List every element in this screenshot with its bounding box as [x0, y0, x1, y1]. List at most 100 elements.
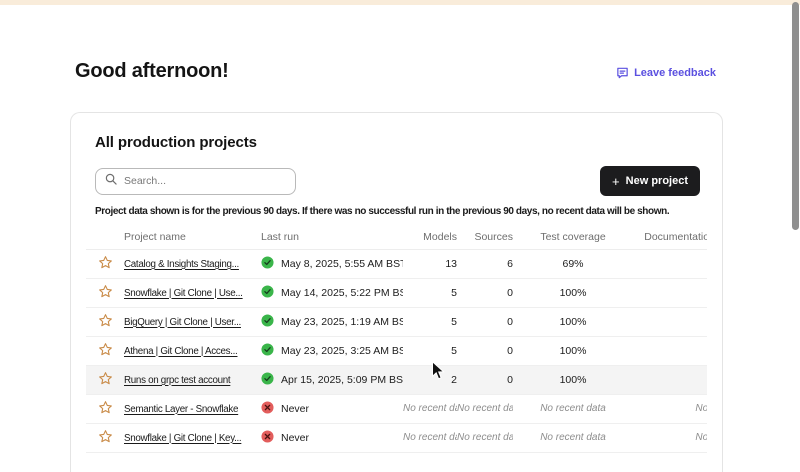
documentation-coverage-cell: No recent data [609, 423, 707, 452]
run-never-icon [261, 430, 274, 446]
favorite-star-icon[interactable] [86, 249, 124, 278]
table-row[interactable]: Catalog & Insights Staging... May [86, 249, 707, 278]
last-run-value: May 23, 2025, 3:25 AM BST [281, 345, 403, 357]
test-coverage-cell: No recent data [513, 423, 609, 452]
test-coverage-cell: 100% [513, 278, 609, 307]
sources-cell: 6 [457, 249, 513, 278]
vertical-scrollbar[interactable] [792, 2, 799, 230]
project-link[interactable]: Semantic Layer - Snowflake [124, 404, 238, 415]
test-coverage-cell: 100% [513, 307, 609, 336]
sources-cell: No recent data [457, 394, 513, 423]
test-coverage-cell: 100% [513, 365, 609, 394]
models-cell: 5 [403, 278, 457, 307]
last-run-cell: May 23, 2025, 1:19 AM BST [261, 307, 403, 336]
favorite-star-icon[interactable] [86, 394, 124, 423]
last-run-cell: May 14, 2025, 5:22 PM BST [261, 278, 403, 307]
column-documentation-coverage[interactable]: Documentation coverage [609, 225, 707, 249]
run-success-icon [261, 314, 274, 330]
project-name-cell[interactable]: BigQuery | Git Clone | User... [124, 307, 261, 336]
run-success-icon [261, 343, 274, 359]
sources-cell: 0 [457, 307, 513, 336]
last-run-value: May 23, 2025, 1:19 AM BST [281, 316, 403, 328]
sources-cell: 0 [457, 278, 513, 307]
run-never-icon [261, 401, 274, 417]
column-last-run[interactable]: Last run [261, 225, 403, 249]
search-input[interactable] [124, 175, 286, 187]
project-link[interactable]: Runs on grpc test account [124, 375, 230, 386]
documentation-coverage-cell [609, 336, 707, 365]
top-accent-bar [0, 0, 800, 5]
favorite-star-icon[interactable] [86, 307, 124, 336]
data-range-notice: Project data shown is for the previous 9… [95, 206, 698, 217]
favorite-star-icon[interactable] [86, 278, 124, 307]
new-project-label: New project [626, 175, 688, 187]
models-cell: No recent data [403, 423, 457, 452]
projects-table-container: Project name Last run Models Sources Tes… [86, 225, 707, 453]
leave-feedback-label: Leave feedback [634, 67, 716, 79]
column-test-coverage[interactable]: Test coverage [513, 225, 609, 249]
projects-panel: All production projects + New project Pr… [70, 112, 723, 472]
leave-feedback-link[interactable]: Leave feedback [616, 66, 716, 79]
table-row[interactable]: Snowflake | Git Clone | Key... Nev [86, 423, 707, 452]
last-run-cell: May 8, 2025, 5:55 AM BST [261, 249, 403, 278]
test-coverage-cell: 100% [513, 336, 609, 365]
page-title: Good afternoon! [75, 60, 229, 83]
table-row[interactable]: Semantic Layer - Snowflake Never [86, 394, 707, 423]
column-models[interactable]: Models [403, 225, 457, 249]
last-run-cell: Never [261, 423, 403, 452]
panel-title: All production projects [95, 134, 698, 151]
last-run-value: Apr 15, 2025, 5:09 PM BST [281, 374, 403, 386]
documentation-coverage-cell [609, 307, 707, 336]
column-sources[interactable]: Sources [457, 225, 513, 249]
project-name-cell[interactable]: Snowflake | Git Clone | Use... [124, 278, 261, 307]
new-project-button[interactable]: + New project [600, 166, 700, 196]
table-row[interactable]: Snowflake | Git Clone | Use... May [86, 278, 707, 307]
models-cell: 2 [403, 365, 457, 394]
favorite-star-icon[interactable] [86, 365, 124, 394]
table-row[interactable]: BigQuery | Git Clone | User... May [86, 307, 707, 336]
run-success-icon [261, 372, 274, 388]
favorite-star-icon[interactable] [86, 423, 124, 452]
test-coverage-cell: No recent data [513, 394, 609, 423]
favorite-star-icon[interactable] [86, 336, 124, 365]
run-success-icon [261, 285, 274, 301]
last-run-cell: May 23, 2025, 3:25 AM BST [261, 336, 403, 365]
documentation-coverage-cell [609, 249, 707, 278]
last-run-value: Never [281, 403, 309, 415]
documentation-coverage-cell: No recent data [609, 394, 707, 423]
project-name-cell[interactable]: Snowflake | Git Clone | Key... [124, 423, 261, 452]
sources-cell: No recent data [457, 423, 513, 452]
project-name-cell[interactable]: Semantic Layer - Snowflake [124, 394, 261, 423]
project-search[interactable] [95, 168, 296, 195]
project-link[interactable]: Catalog & Insights Staging... [124, 259, 239, 270]
search-icon [105, 172, 117, 190]
column-project-name[interactable]: Project name [124, 225, 261, 249]
last-run-value: May 14, 2025, 5:22 PM BST [281, 287, 403, 299]
models-cell: 5 [403, 307, 457, 336]
last-run-cell: Apr 15, 2025, 5:09 PM BST [261, 365, 403, 394]
project-name-cell[interactable]: Runs on grpc test account [124, 365, 261, 394]
documentation-coverage-cell [609, 365, 707, 394]
last-run-cell: Never [261, 394, 403, 423]
models-cell: No recent data [403, 394, 457, 423]
table-row[interactable]: Runs on grpc test account Apr 15, [86, 365, 707, 394]
project-link[interactable]: Snowflake | Git Clone | Use... [124, 288, 243, 299]
project-link[interactable]: Athena | Git Clone | Acces... [124, 346, 237, 357]
models-cell: 5 [403, 336, 457, 365]
project-name-cell[interactable]: Catalog & Insights Staging... [124, 249, 261, 278]
column-star [86, 225, 124, 249]
projects-table: Project name Last run Models Sources Tes… [86, 225, 707, 453]
sources-cell: 0 [457, 365, 513, 394]
last-run-value: May 8, 2025, 5:55 AM BST [281, 258, 403, 270]
feedback-bubble-icon [616, 66, 629, 79]
run-success-icon [261, 256, 274, 272]
test-coverage-cell: 69% [513, 249, 609, 278]
documentation-coverage-cell [609, 278, 707, 307]
table-row[interactable]: Athena | Git Clone | Acces... May [86, 336, 707, 365]
project-name-cell[interactable]: Athena | Git Clone | Acces... [124, 336, 261, 365]
project-link[interactable]: BigQuery | Git Clone | User... [124, 317, 241, 328]
last-run-value: Never [281, 432, 309, 444]
table-header-row: Project name Last run Models Sources Tes… [86, 225, 707, 249]
sources-cell: 0 [457, 336, 513, 365]
project-link[interactable]: Snowflake | Git Clone | Key... [124, 433, 241, 444]
